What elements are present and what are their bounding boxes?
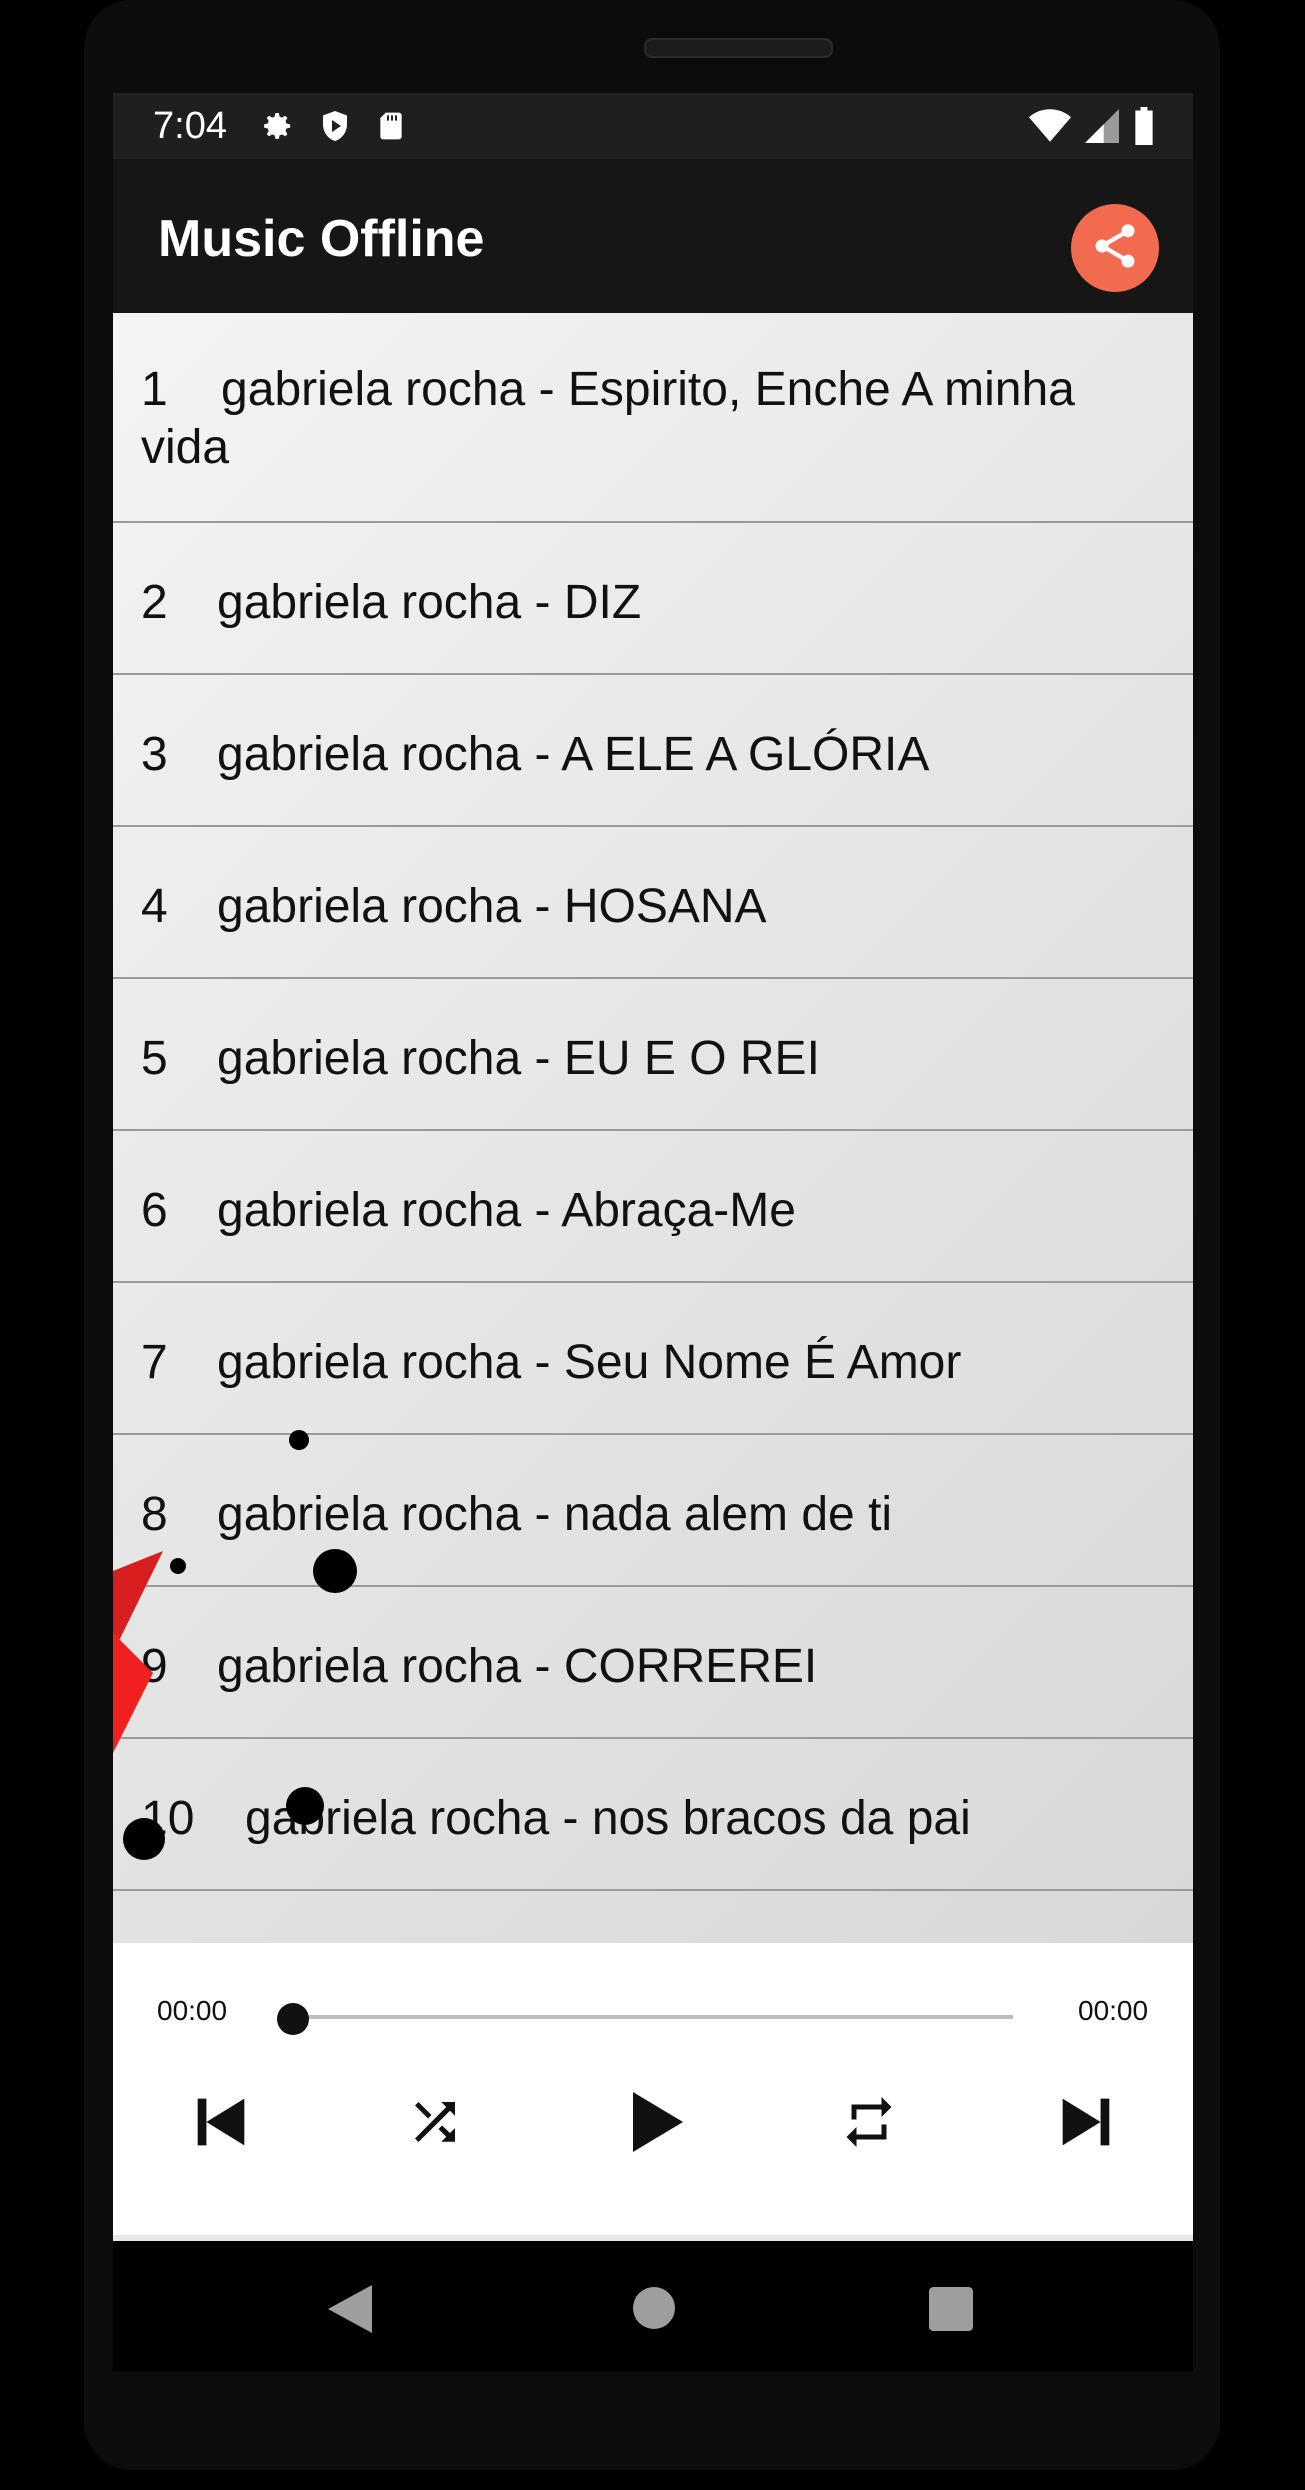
track-title: gabriela rocha - Abraça-Me xyxy=(217,1184,796,1237)
elapsed-time: 00:00 xyxy=(157,1995,228,2026)
cell-signal-icon xyxy=(1085,108,1119,149)
track-number: 5 xyxy=(141,1032,168,1085)
status-bar: 7:04 xyxy=(113,93,1193,159)
speaker-grille xyxy=(644,38,833,58)
home-icon[interactable] xyxy=(633,2287,675,2334)
share-icon xyxy=(1089,220,1141,277)
share-button[interactable] xyxy=(1071,204,1159,292)
track-row[interactable]: 10 gabriela rocha - nos bracos da pai xyxy=(113,1739,1193,1891)
status-time: 7:04 xyxy=(153,105,227,147)
play-icon xyxy=(613,2082,693,2167)
sd-card-icon xyxy=(375,107,407,150)
settings-icon xyxy=(257,107,295,150)
player-panel: 00:00 00:00 xyxy=(113,1943,1193,2235)
track-number: 8 xyxy=(141,1488,168,1541)
wifi-icon xyxy=(1029,108,1071,149)
track-number: 6 xyxy=(141,1184,168,1237)
recents-icon[interactable] xyxy=(929,2287,973,2336)
app-screen: 7:04 Music Offline 1 gabriela rocha - Es… xyxy=(113,93,1193,2241)
play-button[interactable] xyxy=(605,2076,701,2172)
seek-bar[interactable] xyxy=(293,2015,1013,2019)
system-nav-bar xyxy=(113,2241,1193,2371)
shield-play-icon xyxy=(317,107,353,150)
track-number: 2 xyxy=(141,576,168,629)
track-row[interactable]: 8 gabriela rocha - nada alem de ti xyxy=(113,1435,1193,1587)
track-number: 1 xyxy=(141,363,168,416)
track-list: 1 gabriela rocha - Espirito, Enche A min… xyxy=(113,313,1193,1943)
track-title: gabriela rocha - A ELE A GLÓRIA xyxy=(217,728,930,781)
track-row[interactable]: 1 gabriela rocha - Espirito, Enche A min… xyxy=(113,313,1193,523)
track-row[interactable]: 4 gabriela rocha - HOSANA xyxy=(113,827,1193,979)
next-button[interactable] xyxy=(1038,2076,1134,2172)
duration-time: 00:00 xyxy=(1078,1995,1149,2026)
track-title: gabriela rocha - Espirito, Enche A minha… xyxy=(141,363,1075,474)
battery-icon xyxy=(1133,107,1155,150)
track-row[interactable]: 3 gabriela rocha - A ELE A GLÓRIA xyxy=(113,675,1193,827)
previous-button[interactable] xyxy=(173,2076,269,2172)
repeat-button[interactable] xyxy=(821,2076,917,2172)
track-number: 10 xyxy=(141,1792,195,1845)
track-title: gabriela rocha - Seu Nome É Amor xyxy=(217,1336,962,1389)
skip-next-icon xyxy=(1051,2087,1121,2162)
app-title: Music Offline xyxy=(158,210,485,268)
track-row[interactable]: 2 gabriela rocha - DIZ xyxy=(113,523,1193,675)
seek-thumb[interactable] xyxy=(277,2003,309,2035)
track-number: 7 xyxy=(141,1336,168,1389)
shuffle-button[interactable] xyxy=(387,2076,483,2172)
shuffle-icon xyxy=(405,2092,465,2157)
track-title: gabriela rocha - HOSANA xyxy=(217,880,767,933)
track-title: gabriela rocha - nada alem de ti xyxy=(217,1488,893,1541)
track-row[interactable]: 7 gabriela rocha - Seu Nome É Amor xyxy=(113,1283,1193,1435)
track-row[interactable]: 5 gabriela rocha - EU E O REI xyxy=(113,979,1193,1131)
skip-previous-icon xyxy=(186,2087,256,2162)
track-title: gabriela rocha - nos bracos da pai xyxy=(245,1792,971,1845)
repeat-icon xyxy=(839,2092,899,2157)
track-row[interactable]: 9 gabriela rocha - CORREREI xyxy=(113,1587,1193,1739)
track-number: 4 xyxy=(141,880,168,933)
app-bar: Music Offline xyxy=(113,159,1193,313)
track-number: 9 xyxy=(141,1640,168,1693)
track-title: gabriela rocha - DIZ xyxy=(217,576,642,629)
track-title: gabriela rocha - CORREREI xyxy=(217,1640,818,1693)
back-icon[interactable] xyxy=(328,2285,372,2338)
track-title: gabriela rocha - EU E O REI xyxy=(217,1032,820,1085)
track-row[interactable]: 6 gabriela rocha - Abraça-Me xyxy=(113,1131,1193,1283)
track-number: 3 xyxy=(141,728,168,781)
